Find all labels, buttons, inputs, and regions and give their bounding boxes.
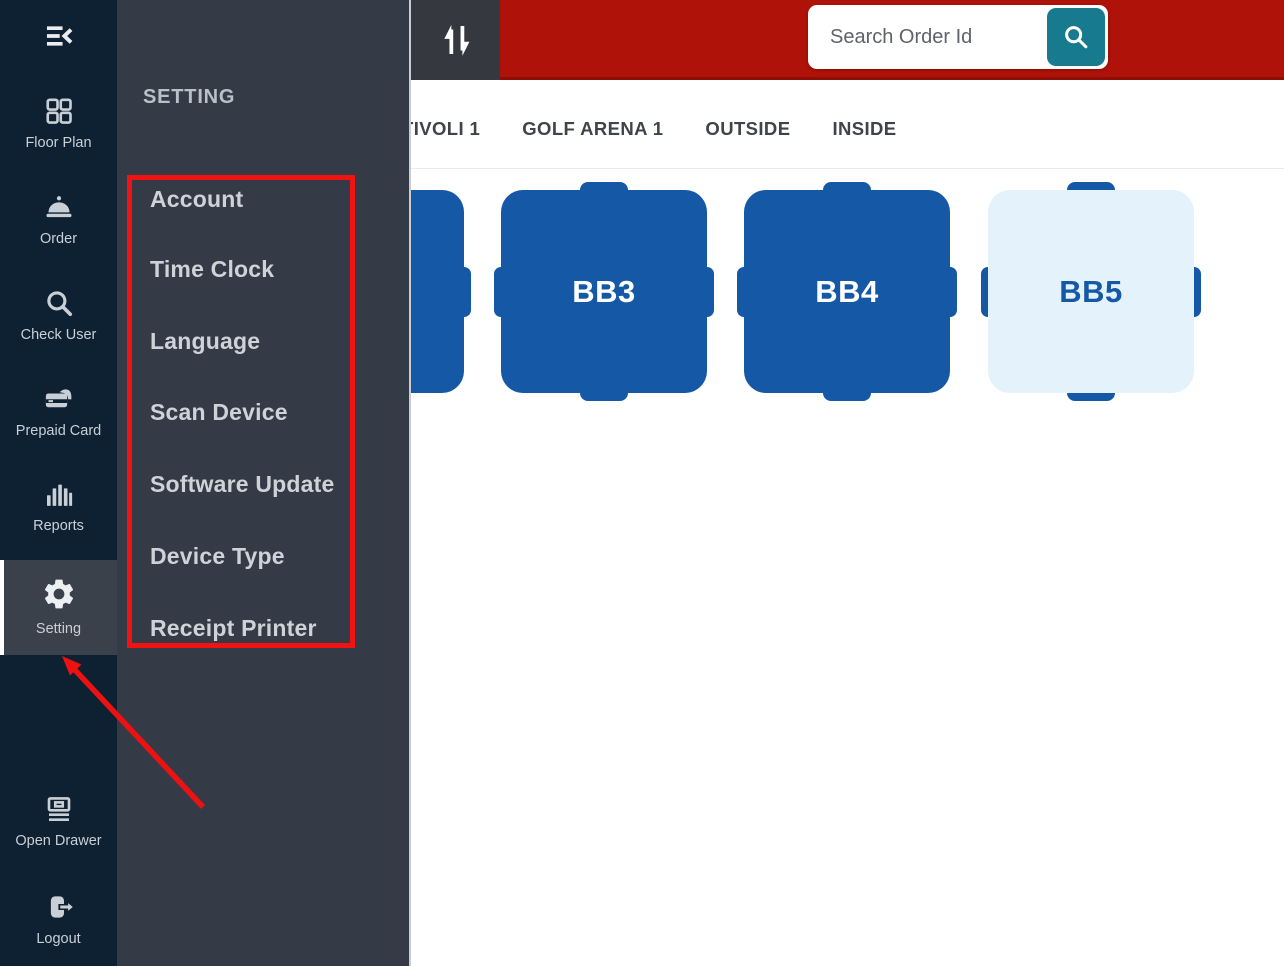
collapse-menu-button[interactable]: [0, 14, 117, 58]
tab-tivoli-1[interactable]: TIVOLI 1: [402, 118, 480, 140]
menu-item-language[interactable]: Language: [150, 328, 260, 355]
reports-icon: [44, 479, 74, 509]
menu-open-icon: [42, 19, 76, 53]
open-drawer-icon: [44, 794, 74, 824]
logout-icon: [44, 892, 74, 922]
pos-app-screen: TIVOLI 1 GOLF ARENA 1 OUTSIDE INSIDE BB3: [0, 0, 1284, 966]
setting-icon: [41, 576, 77, 612]
settings-panel: SETTING Account Time Clock Language Scan…: [117, 0, 411, 966]
sidebar-item-check-user[interactable]: Check User: [0, 288, 117, 343]
sidebar-item-label: Check User: [21, 327, 97, 343]
menu-item-receipt-printer[interactable]: Receipt Printer: [150, 615, 317, 642]
tab-outside[interactable]: OUTSIDE: [705, 118, 790, 140]
sidebar: Floor Plan Order Check User: [0, 0, 117, 966]
sidebar-item-order[interactable]: Order: [0, 192, 117, 247]
search-icon: [1061, 22, 1091, 52]
sidebar-item-open-drawer[interactable]: Open Drawer: [0, 794, 117, 849]
sidebar-item-prepaid-card[interactable]: Prepaid Card: [0, 384, 117, 439]
top-bar: [411, 0, 1284, 80]
table-card-bb4[interactable]: BB4: [744, 190, 950, 393]
menu-item-time-clock[interactable]: Time Clock: [150, 256, 274, 283]
sidebar-item-label: Setting: [36, 621, 81, 637]
table-label: BB4: [815, 274, 879, 310]
table-card-bb5[interactable]: BB5: [988, 190, 1194, 393]
menu-item-software-update[interactable]: Software Update: [150, 471, 334, 498]
tab-golf-arena-1[interactable]: GOLF ARENA 1: [522, 118, 663, 140]
sidebar-item-setting[interactable]: Setting: [0, 560, 117, 655]
floor-plan-icon: [44, 96, 74, 126]
menu-item-scan-device[interactable]: Scan Device: [150, 399, 288, 426]
sidebar-item-label: Floor Plan: [25, 135, 91, 151]
menu-item-device-type[interactable]: Device Type: [150, 543, 285, 570]
setting-active-indicator: [0, 560, 4, 655]
sidebar-item-label: Order: [40, 231, 77, 247]
table-label: BB5: [1059, 274, 1123, 310]
sidebar-item-label: Open Drawer: [15, 833, 101, 849]
sidebar-item-label: Reports: [33, 518, 84, 534]
sidebar-item-floor-plan[interactable]: Floor Plan: [0, 96, 117, 151]
sidebar-item-logout[interactable]: Logout: [0, 892, 117, 947]
sort-arrows-icon: [435, 19, 477, 61]
check-user-icon: [44, 288, 74, 318]
settings-panel-title: SETTING: [143, 86, 235, 109]
prepaid-card-icon: [44, 384, 74, 414]
sidebar-item-label: Logout: [36, 931, 80, 947]
order-search-box: [808, 5, 1108, 69]
search-button[interactable]: [1047, 8, 1105, 66]
area-tabs: TIVOLI 1 GOLF ARENA 1 OUTSIDE INSIDE: [402, 88, 897, 170]
sort-tables-button[interactable]: [411, 0, 500, 80]
menu-item-account[interactable]: Account: [150, 186, 243, 213]
table-card-bb3[interactable]: BB3: [501, 190, 707, 393]
sidebar-item-label: Prepaid Card: [16, 423, 101, 439]
tab-inside[interactable]: INSIDE: [832, 118, 896, 140]
table-label: BB3: [572, 274, 636, 310]
order-icon: [44, 192, 74, 222]
search-input[interactable]: [808, 5, 1040, 69]
sidebar-item-reports[interactable]: Reports: [0, 479, 117, 534]
